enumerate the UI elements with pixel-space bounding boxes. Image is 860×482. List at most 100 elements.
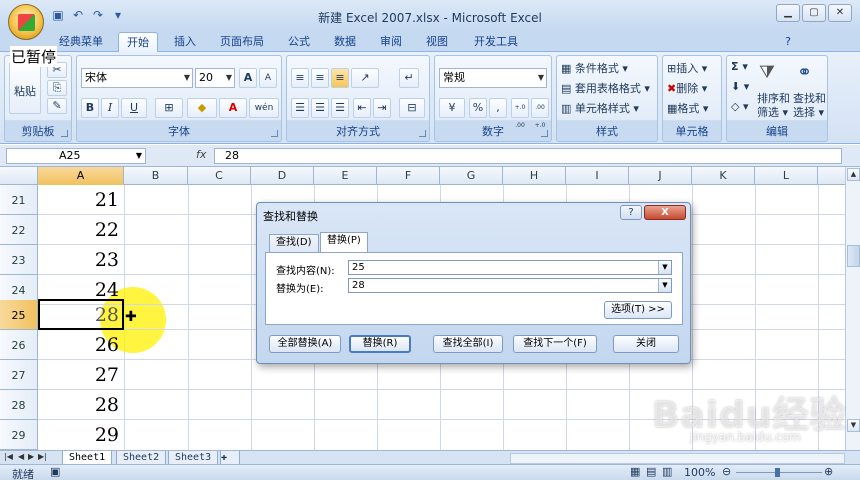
tab-home[interactable]: 开始	[118, 32, 158, 52]
underline-button[interactable]: U	[121, 98, 147, 118]
scroll-thumb[interactable]	[847, 245, 860, 267]
clear-icon[interactable]: ◇ ▾	[731, 100, 748, 113]
autosum-button[interactable]: Σ ▾	[731, 60, 748, 73]
delete-cells-button[interactable]: ✖删除 ▾	[667, 80, 707, 96]
sheet-tab-1[interactable]: Sheet1	[62, 451, 113, 465]
column-header-f[interactable]: F	[377, 167, 440, 185]
format-as-table-button[interactable]: ▤ 套用表格格式 ▾	[561, 80, 650, 96]
percent-button[interactable]: %	[469, 98, 487, 118]
find-next-button[interactable]: 查找下一个(F)	[513, 335, 597, 353]
row-header[interactable]: 25	[0, 300, 38, 330]
tab-developer[interactable]: 开发工具	[466, 32, 526, 52]
insert-sheet-icon[interactable]: ✚	[220, 451, 240, 465]
font-launcher-icon[interactable]	[271, 130, 278, 137]
cell-a22[interactable]: 22	[39, 215, 121, 245]
column-header-i[interactable]: I	[566, 167, 629, 185]
row-header[interactable]: 27	[0, 360, 38, 390]
options-button[interactable]: 选项(T) >>	[604, 301, 672, 319]
cell-a26[interactable]: 26	[39, 330, 121, 360]
align-bottom-icon[interactable]: ≡	[331, 68, 349, 88]
vertical-scrollbar[interactable]: ▲ ▼	[845, 167, 860, 450]
column-header-j[interactable]: J	[629, 167, 692, 185]
cell-a23[interactable]: 23	[39, 245, 121, 275]
insert-function-button[interactable]: fx	[196, 148, 206, 161]
decrease-indent-icon[interactable]: ⇤	[353, 98, 371, 118]
scroll-up-icon[interactable]: ▲	[847, 168, 860, 181]
bold-button[interactable]: B	[81, 98, 99, 118]
first-sheet-icon[interactable]: |◀	[4, 452, 13, 461]
column-header-d[interactable]: D	[251, 167, 314, 185]
zoom-slider-thumb[interactable]	[775, 468, 780, 477]
formula-input[interactable]: 28	[214, 148, 842, 164]
page-layout-view-icon[interactable]: ▤	[646, 465, 656, 478]
copy-icon[interactable]: ⎘	[47, 80, 67, 96]
column-header-a[interactable]: A	[38, 167, 124, 185]
office-button[interactable]	[8, 4, 44, 40]
wrap-text-icon[interactable]: ↵	[399, 68, 419, 88]
find-what-input[interactable]: 25 ▼	[348, 260, 672, 275]
sort-filter-icon[interactable]: ⧩	[759, 62, 775, 83]
chevron-down-icon[interactable]: ▼	[658, 279, 671, 292]
column-header-k[interactable]: K	[692, 167, 755, 185]
conditional-format-button[interactable]: ▦ 条件格式 ▾	[561, 60, 628, 76]
align-top-icon[interactable]: ≡	[291, 68, 309, 88]
italic-button[interactable]: I	[101, 98, 119, 118]
format-painter-icon[interactable]: ✎	[47, 98, 67, 114]
zoom-in-icon[interactable]: ⊕	[824, 465, 833, 478]
phonetic-button[interactable]: wén	[249, 98, 279, 118]
shrink-font-button[interactable]: A	[259, 68, 277, 88]
tab-view[interactable]: 视图	[418, 32, 456, 52]
align-middle-icon[interactable]: ≡	[311, 68, 329, 88]
select-all-corner[interactable]	[0, 167, 38, 185]
column-header-g[interactable]: G	[440, 167, 503, 185]
increase-decimal-button[interactable]: +.0 .00	[511, 98, 529, 129]
orientation-icon[interactable]: ↗	[351, 68, 379, 88]
tab-formulas[interactable]: 公式	[280, 32, 318, 52]
row-header[interactable]: 23	[0, 245, 38, 275]
tab-data[interactable]: 数据	[326, 32, 364, 52]
prev-sheet-icon[interactable]: ◀	[18, 452, 24, 461]
alignment-launcher-icon[interactable]	[419, 130, 426, 137]
close-window-button[interactable]: ✕	[828, 4, 852, 22]
sheet-tab-3[interactable]: Sheet3	[168, 451, 219, 465]
align-center-icon[interactable]: ☰	[311, 98, 329, 118]
tab-replace[interactable]: 替换(P)	[320, 232, 368, 253]
currency-icon[interactable]: ¥	[439, 98, 465, 118]
tab-page-layout[interactable]: 页面布局	[212, 32, 272, 52]
grow-font-button[interactable]: A	[239, 68, 257, 88]
increase-indent-icon[interactable]: ⇥	[373, 98, 391, 118]
dialog-help-button[interactable]: ?	[620, 205, 642, 220]
font-size-select[interactable]: 20 ▼	[195, 68, 235, 88]
merge-center-icon[interactable]: ⊟	[399, 98, 425, 118]
restore-button[interactable]: ▢	[802, 4, 826, 22]
zoom-level[interactable]: 100%	[684, 466, 715, 479]
sheet-tab-2[interactable]: Sheet2	[116, 451, 167, 465]
row-header[interactable]: 26	[0, 330, 38, 360]
comma-button[interactable]: ,	[489, 98, 507, 118]
cell-a21[interactable]: 21	[39, 185, 121, 215]
binoculars-icon[interactable]: ⚭	[797, 62, 812, 83]
tab-insert[interactable]: 插入	[166, 32, 204, 52]
decrease-decimal-button[interactable]: .00 +.0	[531, 98, 549, 129]
replace-button[interactable]: 替换(R)	[349, 335, 411, 353]
replace-all-button[interactable]: 全部替换(A)	[269, 335, 341, 353]
cell-a29[interactable]: 29	[39, 420, 121, 450]
macro-record-icon[interactable]: ▣	[50, 465, 60, 478]
last-sheet-icon[interactable]: ▶|	[38, 452, 47, 461]
font-color-button[interactable]: A	[219, 98, 247, 118]
format-cells-button[interactable]: ▦格式 ▾	[667, 100, 708, 116]
sort-filter-label[interactable]: 排序和 筛选 ▾	[757, 92, 790, 120]
insert-cells-button[interactable]: ⊞插入 ▾	[667, 60, 707, 76]
horizontal-scrollbar[interactable]	[510, 453, 845, 464]
row-header[interactable]: 22	[0, 215, 38, 245]
tab-classic-menu[interactable]: 经典菜单	[52, 32, 110, 52]
number-launcher-icon[interactable]	[541, 130, 548, 137]
column-header-e[interactable]: E	[314, 167, 377, 185]
row-header[interactable]: 21	[0, 185, 38, 215]
borders-icon[interactable]: ⊞	[155, 98, 183, 118]
find-select-label[interactable]: 查找和 选择 ▾	[793, 92, 826, 120]
clipboard-launcher-icon[interactable]	[61, 130, 68, 137]
cell-a27[interactable]: 27	[39, 360, 121, 390]
fill-icon[interactable]: ⬇ ▾	[731, 80, 749, 93]
column-header-b[interactable]: B	[124, 167, 188, 185]
